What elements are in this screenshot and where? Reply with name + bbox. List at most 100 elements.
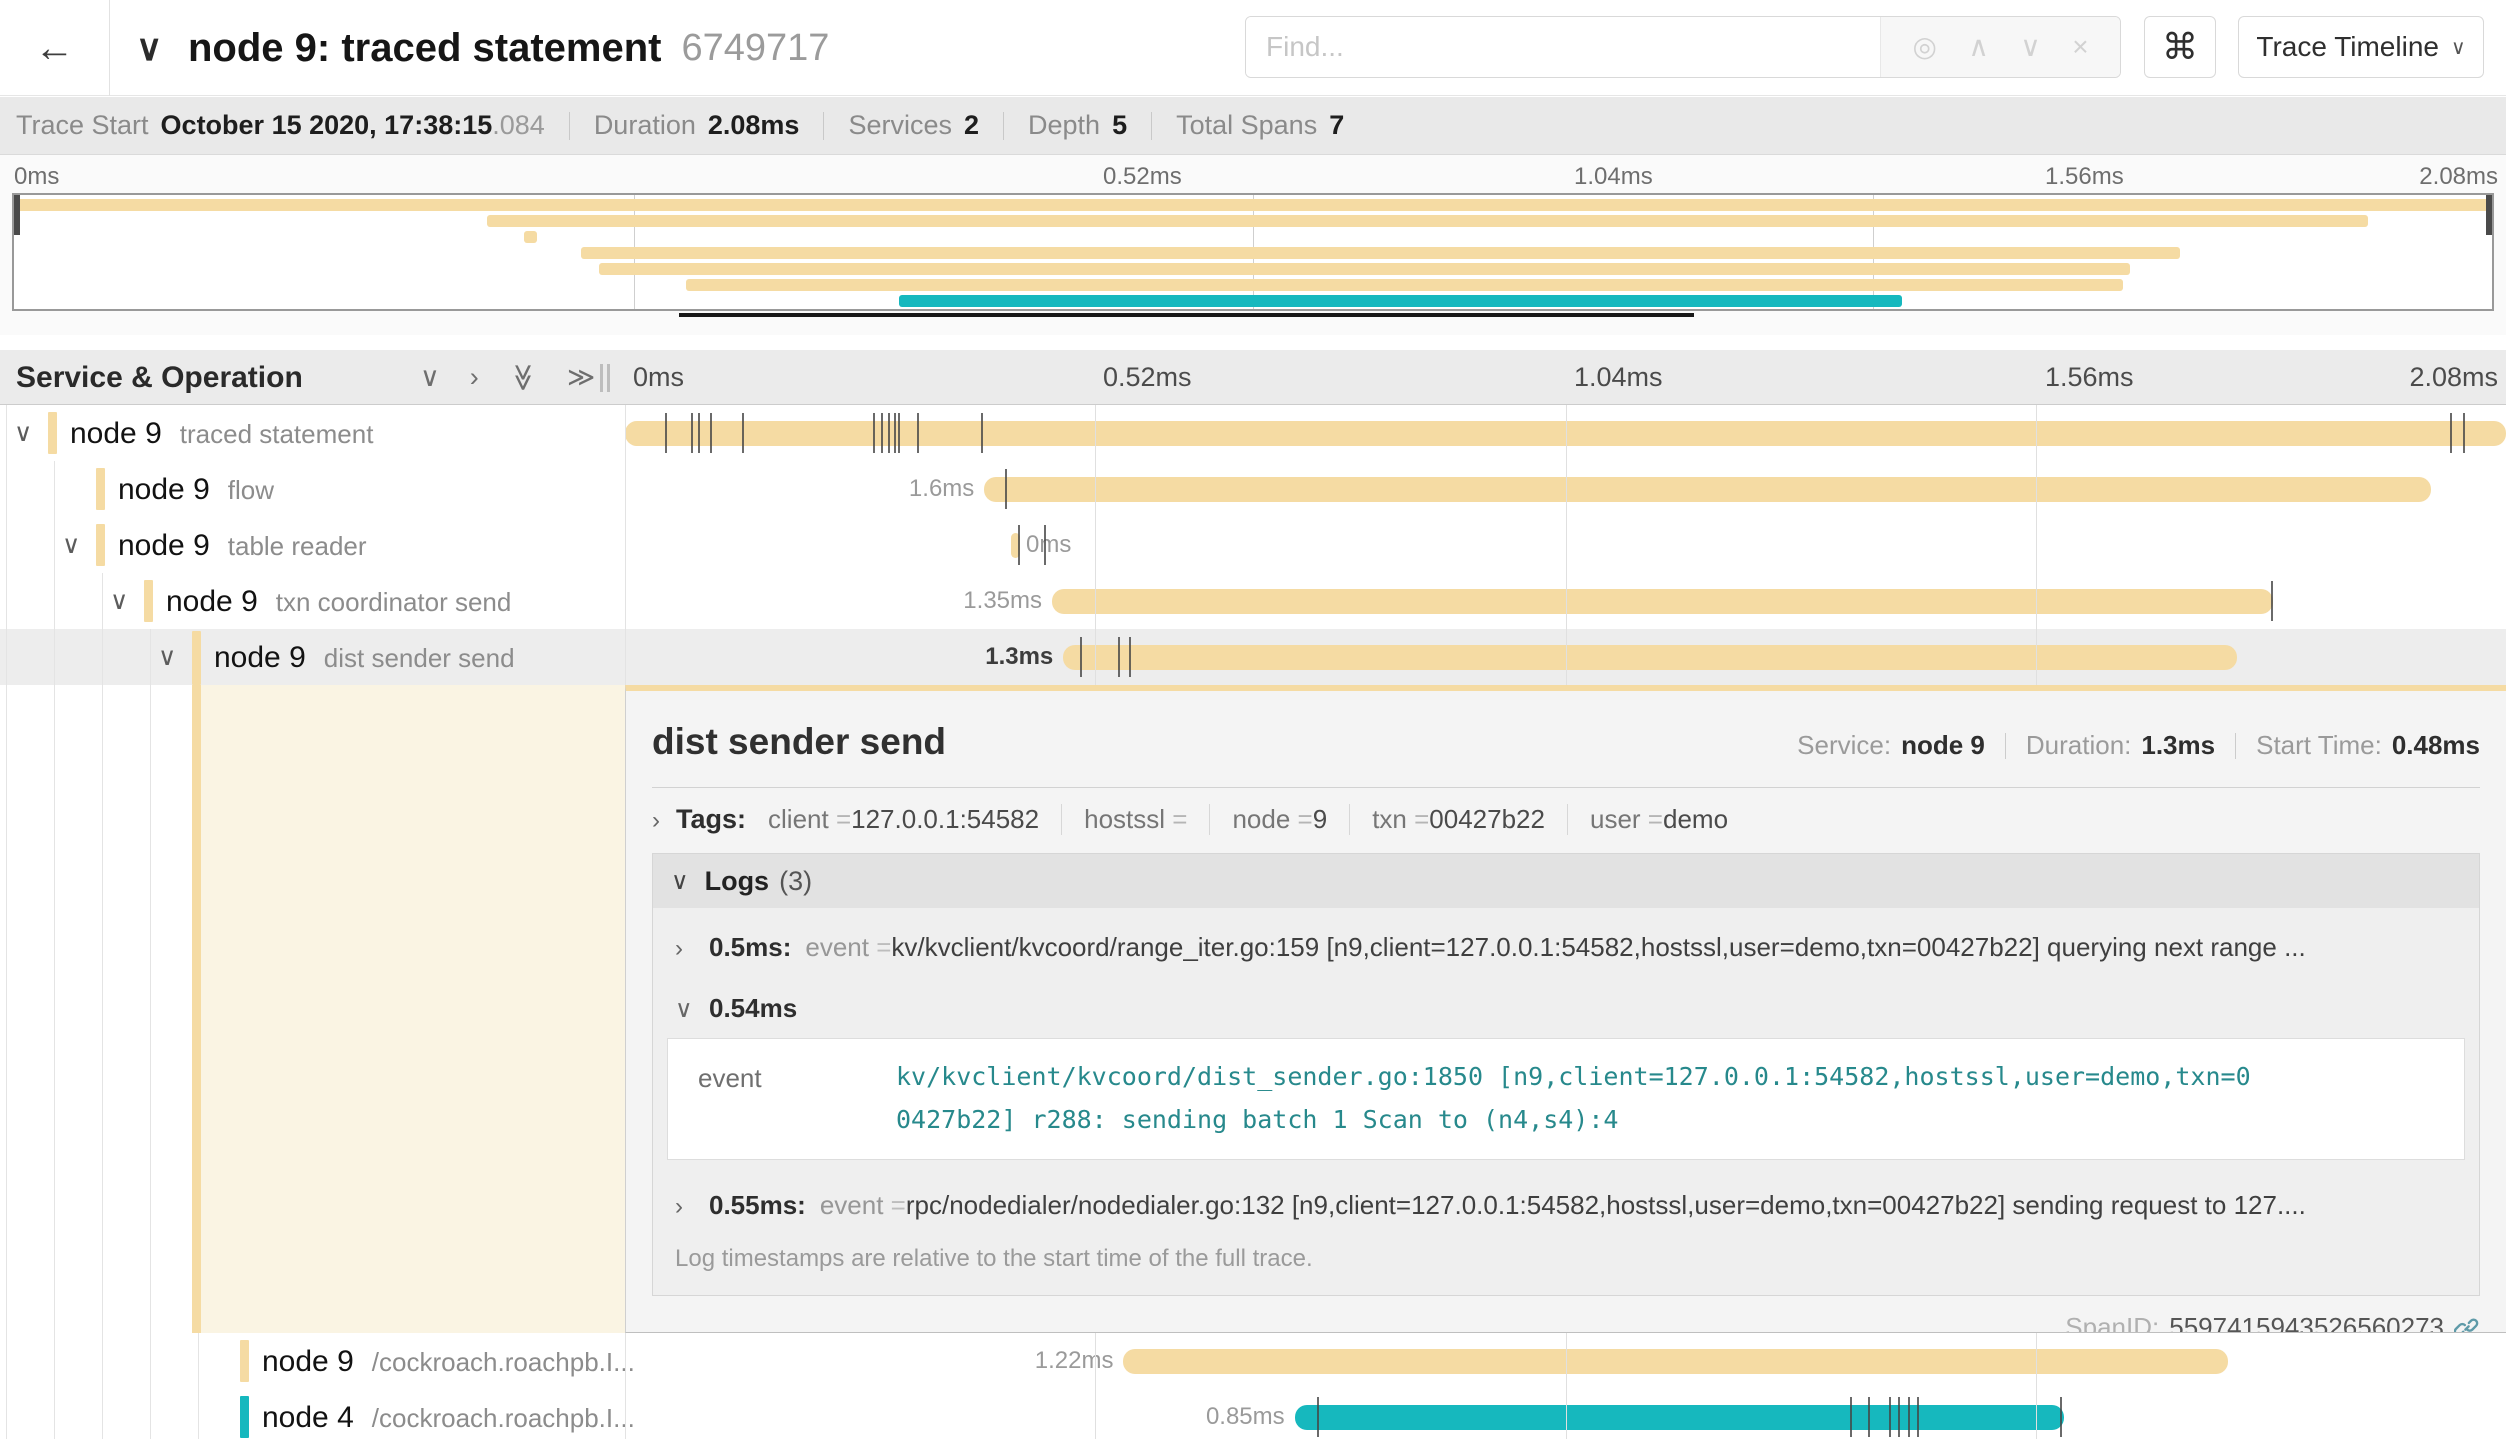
span-row[interactable]: ∨node 9dist sender send1.3ms <box>0 629 2506 685</box>
log-marker-tick <box>698 413 700 453</box>
collapse-one-icon[interactable]: ∨ <box>420 364 440 391</box>
span-duration-bar[interactable] <box>625 421 2506 446</box>
log-event-key: event <box>668 1055 896 1141</box>
chevron-down-icon: ∨ <box>671 867 689 896</box>
start-time-label: Start Time: <box>2256 730 2382 761</box>
span-duration-bar[interactable] <box>1123 1349 2227 1374</box>
chevron-down-icon: ∨ <box>2451 35 2466 60</box>
log-marker-tick <box>1129 637 1131 677</box>
collapse-chevron-icon[interactable]: ∨ <box>14 405 32 461</box>
tag-item[interactable]: txn00427b22 <box>1350 804 1568 835</box>
service-operation-header: Service & Operation <box>16 350 303 405</box>
span-timeline-cell[interactable]: 1.22ms <box>625 1333 2506 1389</box>
minimap-span-bar <box>524 231 536 243</box>
log-marker-tick <box>1317 1397 1319 1437</box>
keyboard-shortcuts-button[interactable]: ⌘ <box>2144 16 2216 78</box>
back-button[interactable]: ← <box>0 0 110 96</box>
log-entry-expanded[interactable]: ∨ 0.54ms <box>653 963 2479 1024</box>
span-name: node 4/cockroach.roachpb.I... <box>262 1389 635 1439</box>
span-row[interactable]: ∨node 9traced statement <box>0 405 2506 461</box>
expand-one-icon[interactable]: › <box>470 364 479 391</box>
collapse-trace-chevron-icon[interactable]: ∨ <box>136 0 162 96</box>
log-marker-tick <box>1080 637 1082 677</box>
expand-all-icon[interactable]: ≫ <box>567 364 595 391</box>
minimap-axis-tick-label: 2.08ms <box>2419 163 2498 191</box>
span-service-name: node 9 <box>70 417 162 451</box>
stats-separator <box>1151 112 1152 140</box>
span-duration-bar[interactable] <box>1063 645 2237 670</box>
match-highlight-icon[interactable]: ◎ <box>1912 33 1936 61</box>
log-entry[interactable]: › 0.5ms: event kv/kvclient/kvcoord/range… <box>653 908 2479 963</box>
selected-span-left-column <box>0 685 625 1333</box>
logs-header[interactable]: ∨ Logs (3) <box>653 854 2479 908</box>
span-timeline-cell[interactable] <box>625 405 2506 461</box>
link-icon[interactable] <box>2454 1315 2480 1334</box>
column-resize-grip-icon[interactable] <box>600 364 614 392</box>
tree-guide-line <box>6 1333 7 1389</box>
span-rows-bottom: node 9/cockroach.roachpb.I...1.22msnode … <box>0 1333 2506 1439</box>
tree-guide-line <box>102 1389 103 1439</box>
log-marker-tick <box>1044 525 1046 565</box>
span-duration-bar[interactable] <box>1052 589 2273 614</box>
tree-guide-line <box>54 1333 55 1389</box>
minimap-scroll-indicator[interactable] <box>679 313 1694 317</box>
span-timeline-cell[interactable]: 0.85ms <box>625 1389 2506 1439</box>
span-row[interactable]: node 9/cockroach.roachpb.I...1.22ms <box>0 1333 2506 1389</box>
tags-accordion[interactable]: › Tags: client127.0.0.1:54582hostsslnode… <box>652 804 2480 835</box>
collapse-chevron-icon[interactable]: ∨ <box>158 629 176 685</box>
tree-guide-line <box>54 573 55 629</box>
tag-item[interactable]: hostssl <box>1062 804 1210 835</box>
minimap-canvas[interactable] <box>12 193 2494 311</box>
prev-match-icon[interactable]: ∧ <box>1968 33 1989 61</box>
next-match-icon[interactable]: ∨ <box>2020 33 2041 61</box>
minimap-span-bar <box>686 279 2123 291</box>
view-selector-button[interactable]: Trace Timeline ∨ <box>2238 16 2484 78</box>
tag-value: demo <box>1663 804 1728 835</box>
span-timeline-cell[interactable]: 1.6ms <box>625 461 2506 517</box>
tree-guide-line <box>198 1333 199 1389</box>
span-duration-bar[interactable] <box>984 477 2430 502</box>
tree-guide-line <box>54 1389 55 1439</box>
log-marker-tick <box>917 413 919 453</box>
span-timeline-cell[interactable]: 0ms <box>625 517 2506 573</box>
tag-value: 127.0.0.1:54582 <box>851 804 1039 835</box>
tag-item[interactable]: client127.0.0.1:54582 <box>768 804 1062 835</box>
minimap-axis-tick-label: 0ms <box>14 163 59 191</box>
span-service-name: node 9 <box>214 641 306 675</box>
collapse-chevron-icon[interactable]: ∨ <box>62 517 80 573</box>
minimap-axis-tick-label: 1.04ms <box>1574 163 1653 191</box>
top-header: ← ∨ node 9: traced statement6749717 ◎∧∨×… <box>0 0 2506 96</box>
span-operation-name: /cockroach.roachpb.I... <box>372 1347 635 1378</box>
stats-separator <box>1003 112 1004 140</box>
tag-item[interactable]: node9 <box>1210 804 1350 835</box>
minimap-axis-tick-label: 0.52ms <box>1103 163 1182 191</box>
span-timeline-cell[interactable]: 1.3ms <box>625 629 2506 685</box>
span-duration-bar[interactable] <box>1295 1405 2064 1430</box>
timeline-axis-tick-label: 2.08ms <box>2409 350 2498 405</box>
span-timeline-cell[interactable]: 1.35ms <box>625 573 2506 629</box>
span-color-bar <box>192 631 201 685</box>
span-rows-top: ∨node 9traced statementnode 9flow1.6ms∨n… <box>0 405 2506 685</box>
duration-label: Duration: <box>2026 730 2132 761</box>
find-input[interactable] <box>1246 17 1880 77</box>
span-row[interactable]: node 4/cockroach.roachpb.I...0.85ms <box>0 1389 2506 1439</box>
stats-separator <box>569 112 570 140</box>
log-entry[interactable]: › 0.55ms: event rpc/nodedialer/nodediale… <box>653 1160 2479 1221</box>
timeline-axis-tick-label: 1.56ms <box>2045 350 2134 405</box>
span-row[interactable]: node 9flow1.6ms <box>0 461 2506 517</box>
collapse-chevron-icon[interactable]: ∨ <box>110 573 128 629</box>
tree-guide-line <box>6 461 7 517</box>
tree-guide-line <box>6 573 7 629</box>
collapse-all-icon[interactable]: ≫ <box>509 363 536 391</box>
tag-item[interactable]: userdemo <box>1568 804 1750 835</box>
span-row[interactable]: ∨node 9table reader0ms <box>0 517 2506 573</box>
span-operation-name: /cockroach.roachpb.I... <box>372 1403 635 1434</box>
log-marker-tick <box>2463 413 2465 453</box>
minimap-right-scrubber[interactable] <box>2486 195 2492 235</box>
minimap-span-bar <box>599 263 2130 275</box>
clear-find-icon[interactable]: × <box>2072 33 2088 61</box>
span-color-bar <box>96 524 105 566</box>
log-marker-tick <box>873 413 875 453</box>
minimap-left-scrubber[interactable] <box>14 195 20 235</box>
span-row[interactable]: ∨node 9txn coordinator send1.35ms <box>0 573 2506 629</box>
